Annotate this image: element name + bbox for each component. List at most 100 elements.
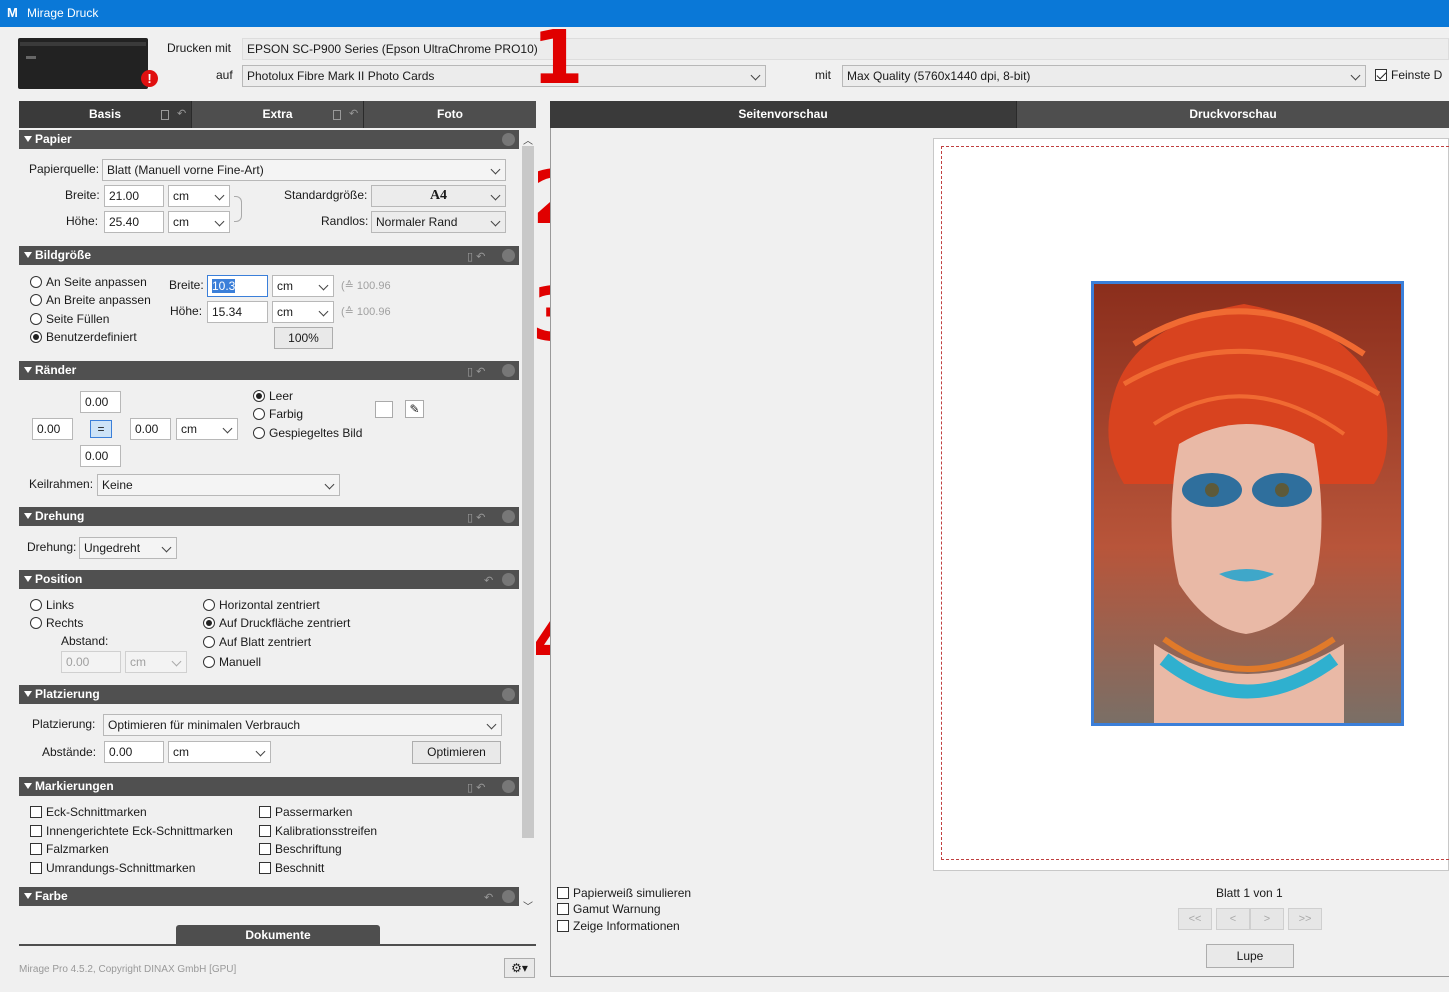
papierquelle-select[interactable]: Blatt (Manuell vorne Fine-Art)	[102, 159, 506, 181]
radio-rechts[interactable]	[30, 617, 42, 629]
papierweiss-checkbox[interactable]	[557, 887, 569, 899]
radio-links[interactable]	[30, 599, 42, 611]
info-icon[interactable]	[502, 510, 515, 523]
copy-undo-icons[interactable]: ▯ ↶	[467, 509, 485, 528]
randlos-select[interactable]: Normaler Rand	[371, 211, 506, 233]
info-icon[interactable]	[502, 890, 515, 903]
info-icon[interactable]	[502, 780, 515, 793]
lupe-button[interactable]: Lupe	[1206, 944, 1294, 968]
undo-icon[interactable]: ↶	[484, 572, 493, 591]
radio-gespiegelt[interactable]	[253, 427, 265, 439]
section-raender-header[interactable]: Ränder ▯ ↶	[19, 361, 519, 380]
paper-width-unit-select[interactable]: cm	[168, 185, 230, 207]
next-page-button[interactable]: >	[1250, 908, 1284, 930]
image-width-unit-select[interactable]: cm	[272, 275, 334, 297]
eyedropper-icon[interactable]: ✎	[405, 400, 424, 418]
image-width-input[interactable]: 10.3	[207, 275, 268, 297]
paper-height-unit-select[interactable]: cm	[168, 211, 230, 233]
radio-an-breite[interactable]	[30, 294, 42, 306]
radio-farbig[interactable]	[253, 408, 265, 420]
radio-manuell[interactable]	[203, 656, 215, 668]
section-farbe-header[interactable]: Farbe ↶	[19, 887, 519, 906]
platzierung-select[interactable]: Optimieren für minimalen Verbrauch	[103, 714, 502, 736]
copy-undo-icons[interactable]: ▯ ↶	[467, 248, 485, 267]
swap-dimensions-icon[interactable]	[234, 196, 242, 222]
drehung-select[interactable]: Ungedreht	[79, 537, 177, 559]
paper-height-input[interactable]: 25.40	[104, 211, 164, 233]
undo-icon[interactable]: ↶	[177, 107, 186, 120]
keilrahmen-select[interactable]: Keine	[97, 474, 340, 496]
section-bildgroesse-header[interactable]: Bildgröße ▯ ↶	[19, 246, 519, 265]
info-icon[interactable]	[502, 573, 515, 586]
info-icon[interactable]	[502, 133, 515, 146]
abstand-unit-select[interactable]: cm	[125, 651, 187, 673]
photo-preview[interactable]	[1091, 281, 1404, 726]
percent-button[interactable]: 100%	[274, 327, 333, 349]
quality-select[interactable]: Max Quality (5760x1440 dpi, 8-bit)	[842, 65, 1366, 87]
first-page-button[interactable]: <<	[1178, 908, 1212, 930]
section-papier-header[interactable]: Papier	[19, 130, 519, 149]
radio-druckflaeche-zentriert[interactable]	[203, 617, 215, 629]
gear-icon[interactable]: ⚙▾	[504, 958, 535, 978]
gamut-warnung-checkbox[interactable]	[557, 903, 569, 915]
image-height-unit-select[interactable]: cm	[272, 301, 334, 323]
scroll-thumb[interactable]	[522, 146, 534, 838]
clipboard-icon[interactable]	[161, 110, 169, 120]
prev-page-button[interactable]: <	[1216, 908, 1250, 930]
undo-icon[interactable]: ↶	[349, 107, 358, 120]
radio-an-seite[interactable]	[30, 276, 42, 288]
scroll-down-icon[interactable]: ﹀	[523, 898, 533, 913]
printer-field[interactable]: EPSON SC-P900 Series (Epson UltraChrome …	[242, 38, 1449, 60]
optimieren-button[interactable]: Optimieren	[412, 741, 501, 764]
copy-undo-icons[interactable]: ▯ ↶	[467, 363, 485, 382]
margin-bottom-input[interactable]: 0.00	[80, 445, 121, 467]
dokumente-tab[interactable]: Dokumente	[176, 925, 380, 946]
section-drehung-header[interactable]: Drehung ▯ ↶	[19, 507, 519, 526]
passermarken-checkbox[interactable]	[259, 806, 271, 818]
beschnitt-checkbox[interactable]	[259, 862, 271, 874]
info-icon[interactable]	[502, 364, 515, 377]
kalibrationsstreifen-checkbox[interactable]	[259, 825, 271, 837]
last-page-button[interactable]: >>	[1288, 908, 1322, 930]
radio-leer[interactable]	[253, 390, 265, 402]
section-platzierung-header[interactable]: Platzierung	[19, 685, 519, 704]
abstaende-input[interactable]: 0.00	[104, 741, 164, 763]
color-swatch[interactable]	[375, 401, 393, 418]
clipboard-icon[interactable]	[333, 110, 341, 120]
beschriftung-checkbox[interactable]	[259, 843, 271, 855]
falzmarken-checkbox[interactable]	[30, 843, 42, 855]
left-scrollbar[interactable]: ︿ ﹀	[520, 130, 536, 915]
undo-icon[interactable]: ↶	[484, 889, 493, 908]
info-icon[interactable]	[502, 249, 515, 262]
zeige-informationen-checkbox[interactable]	[557, 920, 569, 932]
tab-seitenvorschau[interactable]: Seitenvorschau	[550, 101, 1016, 128]
tab-druckvorschau[interactable]: Druckvorschau	[1016, 101, 1449, 128]
media-select[interactable]: Photolux Fibre Mark II Photo Cards	[242, 65, 766, 87]
umrandungs-checkbox[interactable]	[30, 862, 42, 874]
abstaende-unit-select[interactable]: cm	[168, 741, 271, 763]
paper-width-input[interactable]: 21.00	[104, 185, 164, 207]
radio-horizontal-zentriert[interactable]	[203, 599, 215, 611]
standard-size-select[interactable]: A4	[371, 185, 506, 207]
margin-top-input[interactable]: 0.00	[80, 391, 121, 413]
eck-schnittmarken-checkbox[interactable]	[30, 806, 42, 818]
radio-benutzerdefiniert[interactable]	[30, 331, 42, 343]
image-height-input[interactable]: 15.34	[207, 301, 268, 323]
tab-foto[interactable]: Foto	[363, 101, 536, 128]
drucken-mit-label: Drucken mit	[167, 41, 232, 55]
gamut-warnung-label: Gamut Warnung	[573, 902, 661, 916]
copy-undo-icons[interactable]: ▯ ↶	[467, 779, 485, 798]
feinste-checkbox[interactable]	[1375, 69, 1387, 81]
section-position-header[interactable]: Position ↶	[19, 570, 519, 589]
innengerichtete-checkbox[interactable]	[30, 825, 42, 837]
section-markierungen-header[interactable]: Markierungen ▯ ↶	[19, 777, 519, 796]
margin-right-input[interactable]: 0.00	[130, 418, 171, 440]
info-icon[interactable]	[502, 688, 515, 701]
margin-left-input[interactable]: 0.00	[32, 418, 73, 440]
scroll-up-icon[interactable]: ︿	[523, 132, 533, 147]
link-margins-button[interactable]: =	[90, 420, 112, 438]
radio-blatt-zentriert[interactable]	[203, 636, 215, 648]
radio-seite-fuellen[interactable]	[30, 313, 42, 325]
abstand-input[interactable]: 0.00	[61, 651, 121, 673]
margin-unit-select[interactable]: cm	[176, 418, 238, 440]
